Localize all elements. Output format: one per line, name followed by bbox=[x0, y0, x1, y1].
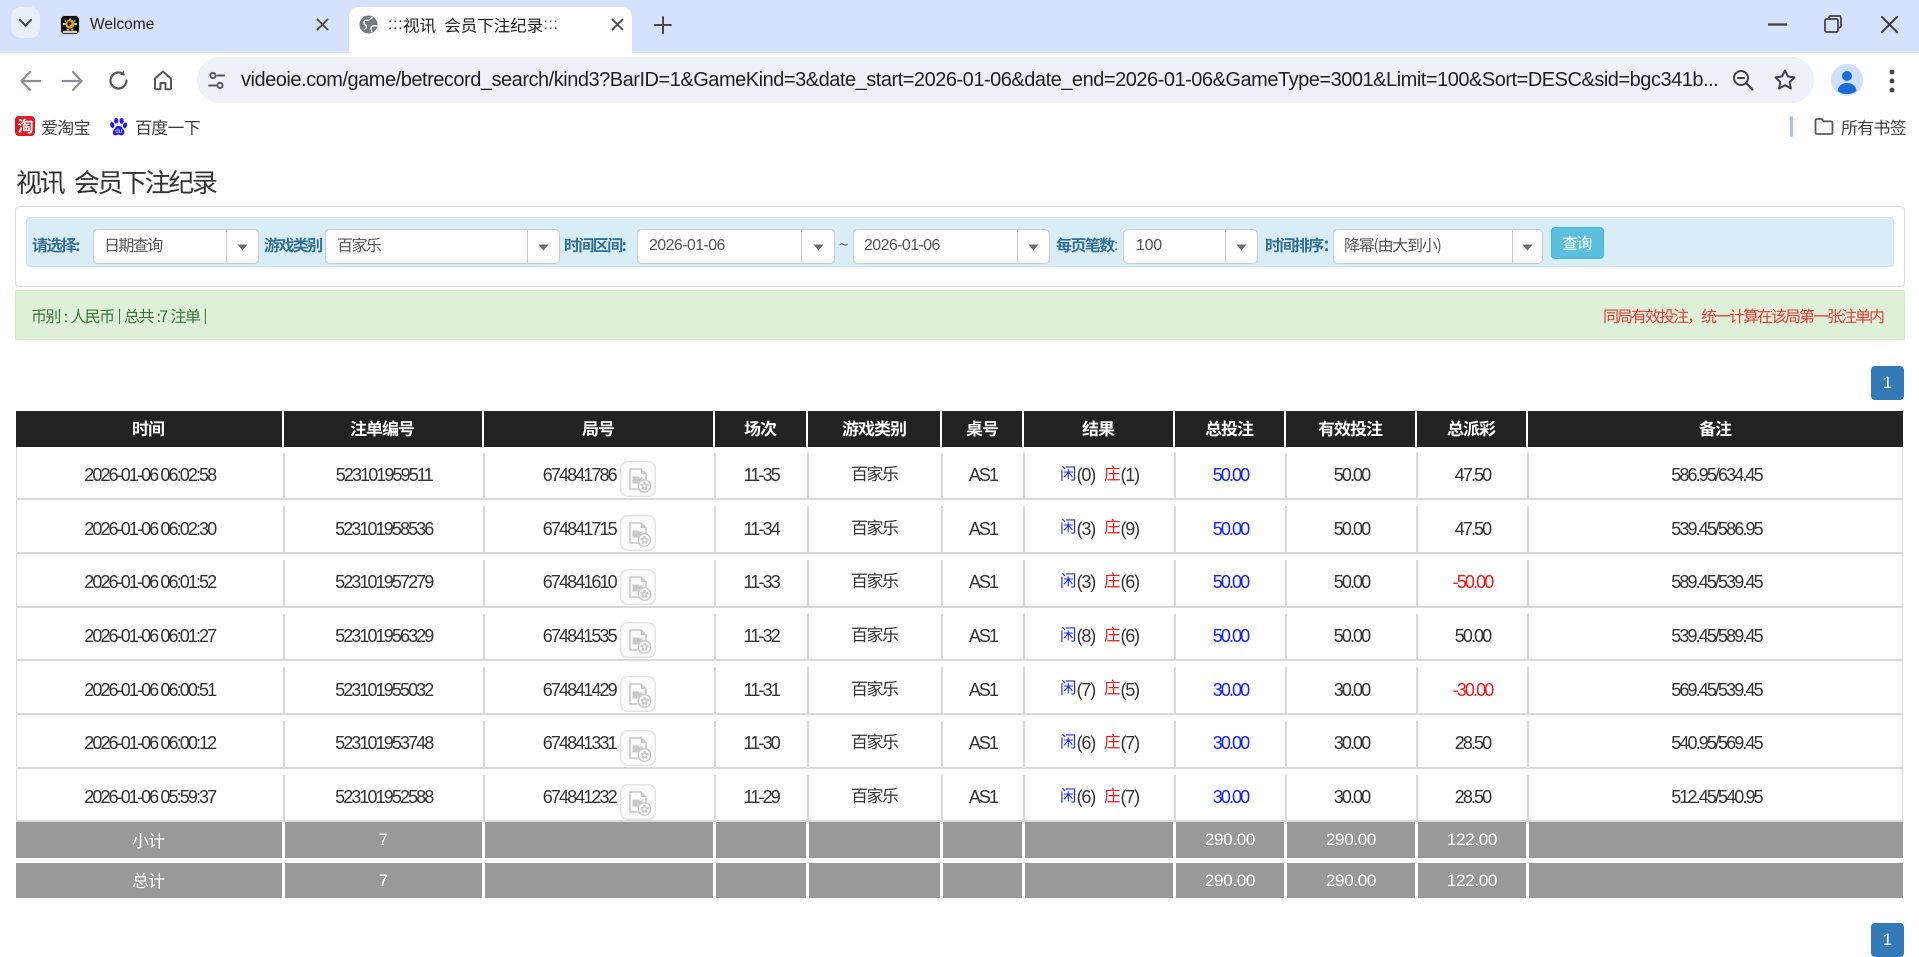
svg-text:du: du bbox=[115, 129, 122, 135]
